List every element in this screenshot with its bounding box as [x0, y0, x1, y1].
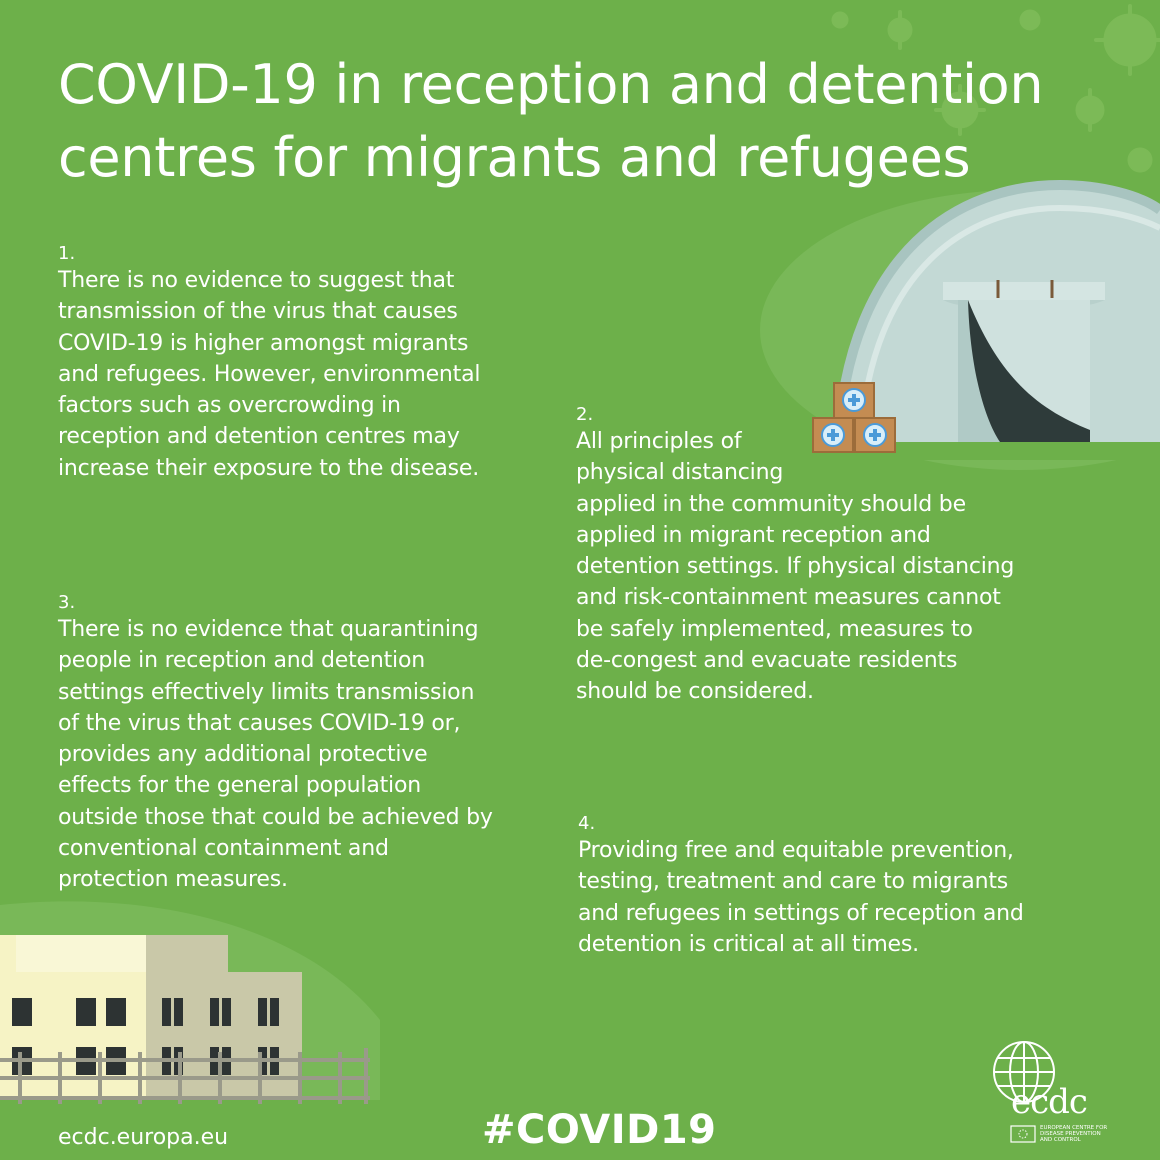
- point-number: 4.: [578, 813, 596, 834]
- point-2: 2. All principles of physical distancing…: [576, 404, 1056, 708]
- point-3: 3. There is no evidence that quarantinin…: [58, 592, 528, 896]
- ecdc-subtitle-line: AND CONTROL: [1040, 1137, 1081, 1143]
- eu-flag-icon: [1010, 1125, 1036, 1143]
- point-4: 4. Providing free and equitable preventi…: [578, 813, 1058, 960]
- point-number: 1.: [58, 243, 76, 264]
- point-text: There is no evidence that quarantining p…: [58, 617, 493, 893]
- ecdc-wordmark: ecdc: [1011, 1082, 1088, 1122]
- point-number: 2.: [576, 404, 594, 425]
- point-number: 3.: [58, 592, 76, 613]
- point-1: 1. There is no evidence to suggest that …: [58, 243, 518, 484]
- point-text: Providing free and equitable prevention,…: [578, 838, 1024, 957]
- title-line-2: centres for migrants and refugees: [58, 126, 971, 189]
- website-link[interactable]: ecdc.europa.eu: [58, 1124, 228, 1152]
- page-title: COVID-19 in reception and detention cent…: [58, 48, 1058, 194]
- title-line-1: COVID-19 in reception and detention: [58, 53, 1044, 116]
- ecdc-subtitle: EUROPEAN CENTRE FOR DISEASE PREVENTION A…: [1040, 1125, 1110, 1143]
- point-text: There is no evidence to suggest that tra…: [58, 268, 481, 481]
- point-text: All principles of physical distancing ap…: [576, 429, 1015, 705]
- hashtag: #COVID19: [482, 1107, 717, 1153]
